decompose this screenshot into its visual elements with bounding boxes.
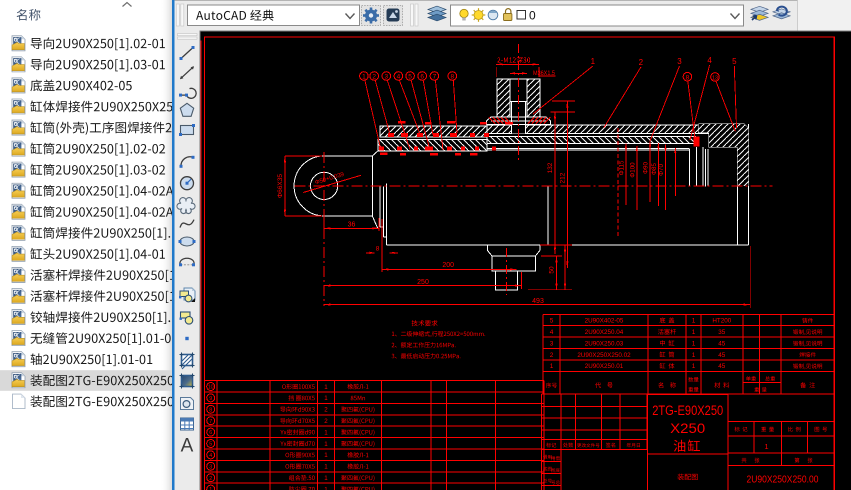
svg-text:2U90X250.01: 2U90X250.01 [585,363,624,370]
svg-text:0: 0 [529,9,536,23]
svg-text:Φ100: Φ100 [629,162,636,178]
svg-text:2TG-E90X250: 2TG-E90X250 [652,403,723,418]
svg-text:493: 493 [532,298,544,305]
svg-text:8: 8 [376,246,380,253]
svg-text:3: 3 [550,340,554,347]
svg-text:5: 5 [408,74,412,81]
svg-text:36: 36 [348,222,356,229]
svg-text:Φ66X35: Φ66X35 [277,174,284,198]
svg-text:45: 45 [718,352,726,359]
svg-text:Φ115: Φ115 [618,160,625,175]
svg-text:7: 7 [433,74,437,81]
svg-text:2: 2 [372,74,376,81]
svg-text:X250: X250 [670,421,705,436]
svg-text:1: 1 [692,318,696,325]
svg-text:132: 132 [547,162,554,173]
svg-text:1: 1 [324,452,328,459]
svg-text:3: 3 [677,57,682,66]
svg-text:1: 1 [324,441,328,448]
svg-text:1: 1 [692,329,696,336]
svg-text:1: 1 [591,57,596,66]
svg-text:13: 13 [712,76,718,82]
svg-text:9: 9 [209,396,212,402]
svg-text:35: 35 [718,329,726,336]
svg-text:1: 1 [764,442,768,451]
svg-text:Φ85: Φ85 [651,163,658,175]
svg-text:6: 6 [209,430,212,436]
svg-text:1: 1 [692,352,696,359]
svg-text:6: 6 [420,74,424,81]
svg-text:2: 2 [324,418,328,425]
svg-text:50: 50 [549,266,556,274]
svg-text:200: 200 [442,262,454,269]
svg-text:45: 45 [718,340,726,347]
svg-text:4: 4 [397,74,401,81]
svg-text:5: 5 [550,318,554,325]
svg-text:212: 212 [559,172,566,183]
svg-text:250: 250 [417,279,429,286]
svg-text:Φ90: Φ90 [643,162,650,174]
svg-text:Φ70: Φ70 [658,164,665,176]
svg-text:2: 2 [324,407,328,414]
svg-text:1: 1 [324,395,328,402]
svg-text:5: 5 [209,442,212,448]
svg-text:4: 4 [550,329,554,336]
svg-text:2U90X402-05: 2U90X402-05 [585,318,624,325]
svg-text:3: 3 [384,74,388,81]
svg-text:2: 2 [550,352,554,359]
svg-text:2: 2 [209,476,212,482]
svg-text:8: 8 [686,74,690,81]
svg-text:HT200: HT200 [712,318,731,325]
svg-text:1: 1 [692,340,696,347]
svg-text:3: 3 [209,464,212,470]
svg-text:45: 45 [718,363,726,370]
svg-text:8: 8 [450,74,454,81]
svg-text:1: 1 [324,475,328,482]
svg-text:1: 1 [324,429,328,436]
svg-text:1: 1 [324,464,328,471]
svg-text:1: 1 [550,363,554,370]
svg-text:8: 8 [209,407,212,413]
svg-text:7: 7 [209,419,212,425]
svg-text:2U90X250.04: 2U90X250.04 [585,329,624,336]
svg-text:4: 4 [707,56,712,65]
svg-text:A: A [181,436,194,457]
svg-text:2: 2 [639,58,644,67]
svg-text:1: 1 [324,384,328,391]
svg-text:2U90X250X250.02: 2U90X250X250.02 [577,352,631,359]
svg-text:1: 1 [692,363,696,370]
svg-text:4: 4 [209,453,212,459]
svg-text:10: 10 [208,385,214,391]
svg-text:1: 1 [362,74,366,81]
svg-text:1: 1 [324,486,328,490]
svg-text:5: 5 [732,57,737,66]
svg-text:2U90X250.03: 2U90X250.03 [585,340,624,347]
svg-text:2U90X250X250.00: 2U90X250X250.00 [747,474,819,486]
